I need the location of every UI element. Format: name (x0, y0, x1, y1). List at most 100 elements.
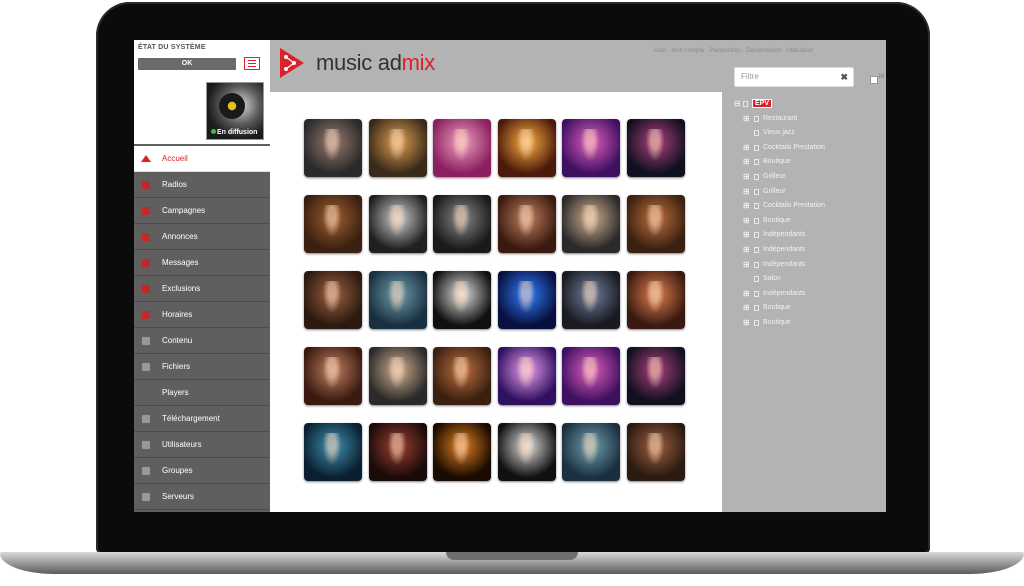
media-tile-guitar-duo-2[interactable] (304, 347, 362, 405)
campaign-icon (142, 206, 150, 215)
sidebar-item-label: Contenu (162, 336, 193, 345)
sidebar-item-accueil[interactable]: Accueil (134, 146, 270, 172)
file-icon (754, 203, 759, 210)
media-tile-dj-purple-2[interactable] (562, 347, 620, 405)
server-icon (142, 492, 150, 501)
media-tile-singer-blue-2[interactable] (562, 423, 620, 481)
sidebar-item-label: Fichiers (162, 362, 191, 371)
sidebar-item-radios[interactable]: Radios (134, 172, 270, 198)
media-tile-diva-singer[interactable] (304, 271, 362, 329)
media-tile-singer-pink[interactable] (433, 119, 491, 177)
media-tile-dj-purple[interactable] (562, 119, 620, 177)
expand-icon[interactable]: ⊞ (743, 157, 750, 166)
expand-icon[interactable]: ⊞ (743, 289, 750, 298)
media-tile-guitarist-woman[interactable] (626, 195, 685, 253)
header-links[interactable]: Aide · Mon compte · Paramètres · Déconne… (654, 48, 813, 54)
media-tile-singer-bw[interactable] (368, 195, 427, 253)
tree-item-label: Vieux jazz (763, 129, 795, 137)
close-icon[interactable]: ✖ (840, 68, 848, 86)
sidebar-item-label: Campagnes (162, 206, 206, 215)
sidebar-item-label: Radios (162, 180, 187, 189)
expand-icon[interactable]: ⊞ (743, 245, 750, 254)
tree-root-label: EPV (752, 99, 773, 108)
media-tile-guitarist-woman-2[interactable] (433, 347, 491, 405)
exclusion-icon (142, 284, 150, 293)
media-tile-concert-crowd[interactable] (497, 119, 556, 177)
expand-icon[interactable]: ⊞ (743, 303, 750, 312)
tree-item-label: Boutique (763, 158, 791, 166)
sidebar-item-label: Serveurs (162, 492, 195, 501)
tree-item-label: Cocktails Prestation (763, 202, 825, 210)
media-tile-singer-microphone[interactable] (304, 119, 362, 177)
media-tile-piano-keys-2[interactable] (497, 423, 556, 481)
filter-placeholder: Filtre (741, 72, 759, 81)
home-icon (141, 155, 151, 162)
file-icon (754, 305, 759, 312)
media-tile-hat-singer[interactable] (562, 271, 620, 329)
media-tile-blonde-singer-2[interactable] (368, 347, 427, 405)
sidebar-item-label: Téléchargement (162, 414, 220, 423)
expand-icon[interactable]: ⊞ (743, 172, 750, 181)
sidebar-item-fichiers[interactable]: Fichiers (134, 354, 270, 380)
sidebar-item-label: Accueil (162, 154, 188, 163)
expand-icon[interactable]: ⊞ (743, 201, 750, 210)
tree-item-label: Restaurant (763, 114, 798, 122)
media-tile-singer-cap[interactable] (433, 195, 491, 253)
now-playing-thumbnail[interactable]: En diffusion (206, 82, 264, 140)
media-tile-whisky-glass[interactable] (304, 195, 362, 253)
file-icon (754, 276, 759, 283)
filter-input[interactable]: Filtre ✖ (734, 67, 854, 87)
sidebar-item-annonces[interactable]: Annonces (134, 224, 270, 250)
media-tile-band-blue[interactable] (304, 423, 362, 481)
status-title: ÉTAT DU SYSTÈME (138, 44, 206, 51)
sidebar-item-contenu[interactable]: Contenu (134, 328, 270, 354)
sidebar-item-horaires[interactable]: Horaires (134, 302, 270, 328)
media-tile-band-stage[interactable] (368, 119, 427, 177)
music-admix-logo-icon (280, 48, 304, 78)
message-icon (142, 258, 150, 267)
user-icon (142, 440, 150, 449)
media-tile-blue-ring[interactable] (497, 271, 556, 329)
media-tile-duo-singers[interactable] (626, 271, 685, 329)
expand-icon[interactable]: ⊟ (734, 99, 741, 108)
sidebar-item-label: Utilisateurs (162, 440, 202, 449)
media-tile-singer-blue[interactable] (368, 271, 427, 329)
sidebar-item-serveurs[interactable]: Serveurs (134, 484, 270, 510)
tree-item-label: Indépendants (763, 231, 806, 239)
list-icon[interactable] (244, 57, 260, 70)
media-tile-hat-singer-red[interactable] (368, 423, 427, 481)
brand-name: music admix (316, 50, 435, 76)
expand-icon[interactable]: ⊞ (743, 187, 750, 196)
expand-icon[interactable]: ⊞ (743, 114, 750, 123)
media-tile-piano-keys[interactable] (433, 271, 491, 329)
sidebar-item-messages[interactable]: Messages (134, 250, 270, 276)
sidebar-item-utilisateurs[interactable]: Utilisateurs (134, 432, 270, 458)
tree-item-label: Boutique (763, 318, 791, 326)
expand-icon[interactable]: ⊞ (743, 230, 750, 239)
sidebar-item-groupes[interactable]: Groupes (134, 458, 270, 484)
media-tile-blonde-singer[interactable] (562, 195, 620, 253)
clock-icon (142, 310, 150, 319)
media-tile-guitar-duo[interactable] (497, 195, 556, 253)
radio-icon (142, 180, 150, 189)
media-tile-headphones-neon-2[interactable] (626, 347, 685, 405)
media-tile-diva-singer-2[interactable] (626, 423, 685, 481)
expand-icon[interactable]: ⊞ (743, 318, 750, 327)
sidebar-item-players[interactable]: Players (134, 380, 270, 406)
media-grid (270, 92, 722, 512)
expand-icon[interactable]: ⊞ (743, 143, 750, 152)
media-tile-orange-ring[interactable] (433, 423, 491, 481)
sidebar-item-label: Exclusions (162, 284, 201, 293)
media-tile-headphones-neon[interactable] (626, 119, 685, 177)
expand-icon[interactable]: ⊞ (743, 260, 750, 269)
file-icon (754, 115, 759, 122)
file-icon (754, 290, 759, 297)
filter-checkbox[interactable] (870, 76, 878, 84)
expand-icon[interactable]: ⊞ (743, 216, 750, 225)
sidebar-item-exclusions[interactable]: Exclusions (134, 276, 270, 302)
sidebar-item-campagnes[interactable]: Campagnes (134, 198, 270, 224)
sidebar-item-telechargement[interactable]: Téléchargement (134, 406, 270, 432)
media-tile-light-burst[interactable] (497, 347, 556, 405)
filter-checkbox-label: M (879, 74, 884, 80)
tree-item-label: Salon (763, 275, 781, 283)
